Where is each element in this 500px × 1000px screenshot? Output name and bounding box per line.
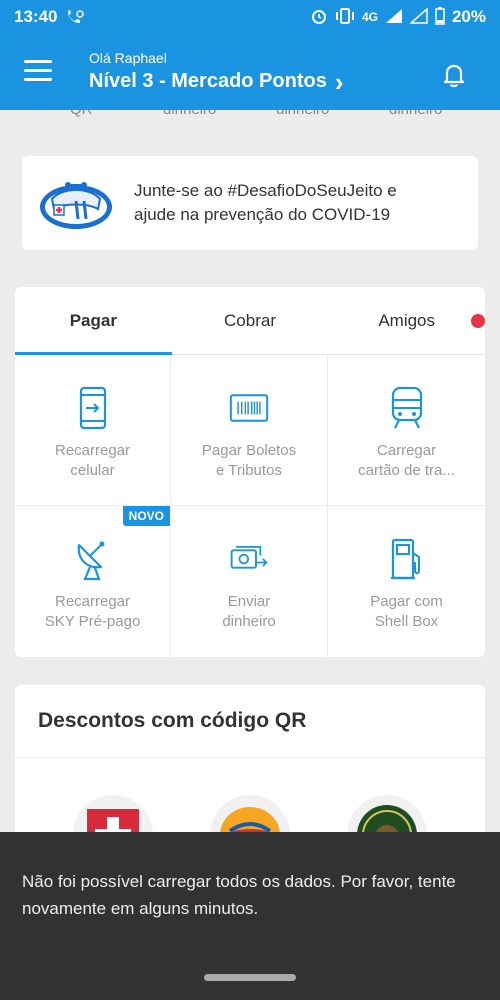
campaign-text: Junte-se ao #DesafioDoSeuJeito e ajude n…: [134, 179, 397, 227]
campaign-text-line: ajude na prevenção do COVID-19: [134, 205, 391, 224]
tab-bar: Pagar Cobrar Amigos: [15, 287, 485, 355]
battery-icon: [435, 6, 445, 28]
app-header: Olá Raphael Nível 3 - Mercado Pontos ›: [0, 34, 500, 110]
shortcut-label: dinheiro: [389, 110, 442, 118]
signal-icon: [385, 8, 403, 27]
scrolled-shortcut-labels: QR dinheiro dinheiro dinheiro: [0, 110, 500, 122]
chevron-right-icon: ›: [334, 66, 344, 97]
tab-cobrar[interactable]: Cobrar: [172, 287, 329, 354]
campaign-logo-icon: [38, 175, 114, 231]
fuel-pump-icon: [387, 536, 427, 582]
tab-label: Pagar: [69, 310, 117, 330]
vibrate-icon: [335, 7, 355, 27]
battery-percent: 20%: [451, 7, 486, 26]
level-text: Nível 3 - Mercado Pontos: [89, 70, 327, 92]
new-badge: NOVO: [122, 506, 170, 526]
status-time: 13:40: [14, 7, 58, 26]
covid-campaign-card[interactable]: Junte-se ao #DesafioDoSeuJeito e ajude n…: [22, 156, 478, 250]
action-recarregar-celular[interactable]: Recarregar celular: [15, 355, 171, 506]
action-label: Pagar Boletos e Tributos: [201, 442, 297, 479]
tab-label: Amigos: [378, 310, 436, 330]
action-enviar-dinheiro[interactable]: Enviar dinheiro: [171, 506, 328, 657]
tab-amigos[interactable]: Amigos: [328, 287, 485, 354]
network-label: 4G: [361, 10, 378, 24]
greeting-text: Olá Raphael: [89, 50, 167, 66]
phone-recharge-icon: [73, 385, 113, 431]
action-label: Pagar com Shell Box: [370, 593, 443, 630]
notification-dot: [471, 314, 485, 328]
tab-label: Cobrar: [224, 310, 276, 330]
action-label: Recarregar celular: [54, 442, 131, 479]
home-gesture-handle[interactable]: [204, 974, 296, 981]
call-icon: [65, 9, 85, 25]
bell-icon[interactable]: [440, 61, 468, 89]
action-label: Carregar cartão de tra...: [358, 442, 455, 479]
action-label: Enviar dinheiro: [222, 593, 276, 630]
tab-pagar[interactable]: Pagar: [15, 287, 172, 355]
shortcut-label: QR: [70, 110, 93, 118]
train-icon: [387, 385, 427, 431]
status-bar: 13:40 4G 20%: [0, 0, 500, 34]
action-pagar-boletos[interactable]: Pagar Boletos e Tributos: [171, 355, 328, 506]
section-title: Descontos com código QR: [38, 709, 307, 732]
actions-grid: Recarregar celular Pagar Boletos e Tribu…: [15, 355, 485, 657]
action-label: Recarregar SKY Pré-pago: [44, 593, 141, 630]
barcode-icon: [229, 385, 269, 431]
error-snackbar: Não foi possível carregar todos os dados…: [0, 832, 500, 955]
payments-card: Pagar Cobrar Amigos Recarregar celular P…: [15, 287, 485, 657]
satellite-dish-icon: [73, 536, 113, 582]
system-navigation-bar: [0, 955, 500, 1000]
send-money-icon: [229, 536, 269, 582]
shortcut-label: dinheiro: [163, 110, 216, 118]
alarm-icon: [310, 7, 328, 28]
shortcut-label: dinheiro: [276, 110, 329, 118]
snackbar-message: Não foi possível carregar todos os dados…: [22, 872, 456, 918]
menu-icon[interactable]: [24, 60, 52, 82]
campaign-text-line: Junte-se ao #DesafioDoSeuJeito e: [134, 181, 397, 200]
action-recarregar-sky[interactable]: NOVO Recarregar SKY Pré-pago: [15, 506, 171, 657]
action-shell-box[interactable]: Pagar com Shell Box: [328, 506, 485, 657]
action-carregar-cartao[interactable]: Carregar cartão de tra...: [328, 355, 485, 506]
divider: [15, 757, 485, 758]
level-link[interactable]: Nível 3 - Mercado Pontos ›: [89, 66, 344, 97]
signal-secondary-icon: [408, 6, 428, 27]
